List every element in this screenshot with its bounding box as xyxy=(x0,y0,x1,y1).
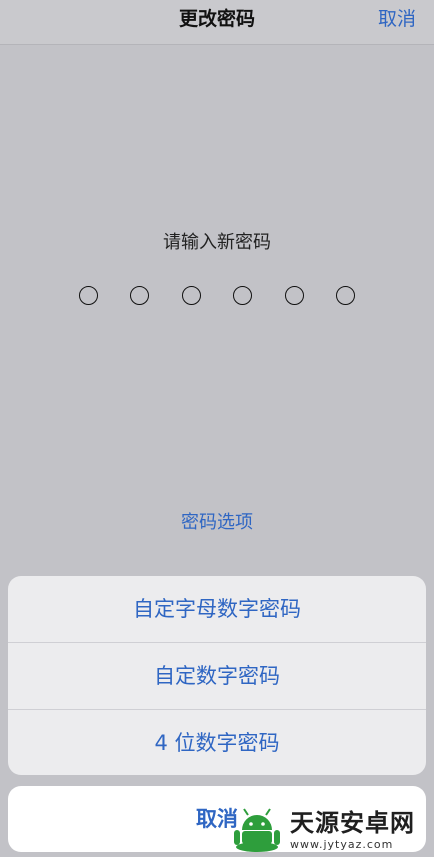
custom-numeric-option[interactable]: 自定数字密码 xyxy=(8,643,426,710)
passcode-dot-2 xyxy=(130,286,150,305)
passcode-dot-1 xyxy=(79,286,98,305)
navigation-bar: 更改密码 取消 xyxy=(0,0,434,45)
passcode-dot-6 xyxy=(335,286,355,305)
passcode-options-link[interactable]: 密码选项 xyxy=(0,508,434,534)
android-logo-icon xyxy=(234,808,280,852)
four-digit-option[interactable]: 4 位数字密码 xyxy=(8,710,426,775)
passcode-dots xyxy=(79,286,355,310)
passcode-prompt: 请输入新密码 xyxy=(163,232,271,253)
passcode-dot-3 xyxy=(181,286,201,305)
page-title: 更改密码 xyxy=(178,8,255,30)
action-sheet: 自定字母数字密码 自定数字密码 4 位数字密码 xyxy=(8,576,426,775)
custom-alphanumeric-option[interactable]: 自定字母数字密码 xyxy=(8,576,426,643)
watermark-url: www.jytyaz.com xyxy=(290,838,394,851)
passcode-dot-5 xyxy=(284,286,304,305)
passcode-dot-4 xyxy=(233,286,253,305)
watermark-text: 天源安卓网 www.jytyaz.com xyxy=(290,803,415,851)
cancel-nav-button[interactable]: 取消 xyxy=(378,0,416,38)
watermark: 天源安卓网 www.jytyaz.com xyxy=(230,799,430,855)
watermark-name: 天源安卓网 xyxy=(290,809,415,837)
